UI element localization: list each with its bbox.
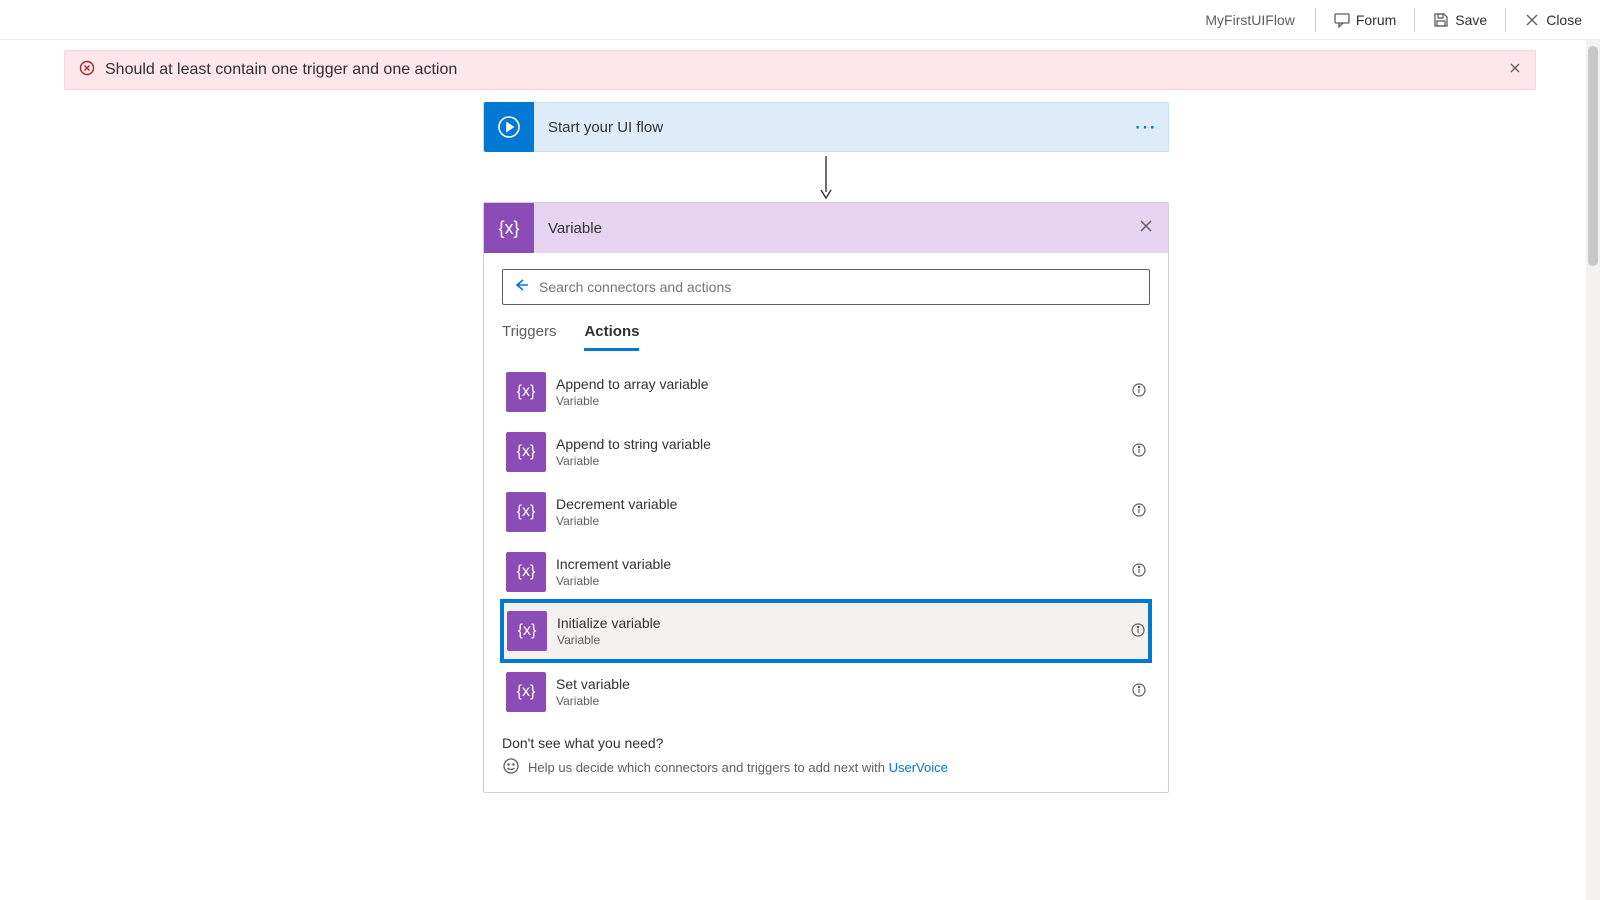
card-title: Variable xyxy=(534,220,1124,237)
save-button[interactable]: Save xyxy=(1423,6,1497,34)
error-icon xyxy=(79,60,95,81)
action-row[interactable]: {x} Increment variable Variable xyxy=(502,541,1150,601)
tab-triggers[interactable]: Triggers xyxy=(502,323,556,351)
variable-icon: {x} xyxy=(506,552,546,592)
variable-action-card: {x} Variable Triggers Actions {x} Append … xyxy=(483,202,1169,793)
action-list: {x} Append to array variable Variable {x} Ap… xyxy=(502,361,1150,721)
close-button[interactable]: Close xyxy=(1514,6,1592,34)
step-menu-button[interactable]: ⋯ xyxy=(1124,114,1168,140)
save-label: Save xyxy=(1455,12,1487,28)
info-icon[interactable] xyxy=(1132,383,1146,400)
uservoice-link[interactable]: UserVoice xyxy=(889,760,948,775)
footer-help: Help us decide which connectors and trig… xyxy=(502,757,1150,778)
action-title: Append to array variable xyxy=(556,376,1132,392)
search-input[interactable] xyxy=(539,279,1139,295)
info-icon[interactable] xyxy=(1132,563,1146,580)
action-title: Increment variable xyxy=(556,556,1132,572)
vertical-scrollbar[interactable] xyxy=(1586,40,1600,900)
info-icon[interactable] xyxy=(1132,503,1146,520)
error-banner: Should at least contain one trigger and … xyxy=(64,50,1536,90)
action-row[interactable]: {x} Append to string variable Variable xyxy=(502,421,1150,481)
scrollbar-thumb[interactable] xyxy=(1588,46,1598,266)
action-row[interactable]: {x} Append to array variable Variable xyxy=(502,361,1150,421)
action-title: Append to string variable xyxy=(556,436,1132,452)
action-subtitle: Variable xyxy=(556,454,1132,468)
action-subtitle: Variable xyxy=(556,574,1132,588)
chat-icon xyxy=(1334,12,1350,28)
action-title: Set variable xyxy=(556,676,1132,692)
card-footer: Don't see what you need? Help us decide … xyxy=(502,735,1150,778)
trigger-title: Start your UI flow xyxy=(534,119,1124,136)
variable-icon: {x} xyxy=(506,492,546,532)
flow-canvas[interactable]: Start your UI flow ⋯ {x} Variable Trigge… xyxy=(64,86,1588,900)
action-subtitle: Variable xyxy=(556,394,1132,408)
action-subtitle: Variable xyxy=(556,694,1132,708)
close-icon xyxy=(1524,12,1540,28)
smiley-icon xyxy=(502,757,520,778)
flow-name: MyFirstUIFlow xyxy=(1193,12,1306,28)
action-title: Decrement variable xyxy=(556,496,1132,512)
separator xyxy=(1414,8,1415,32)
forum-button[interactable]: Forum xyxy=(1324,6,1406,34)
flow-arrow xyxy=(816,152,836,202)
action-row[interactable]: {x} Initialize variable Variable xyxy=(502,601,1150,661)
separator xyxy=(1315,8,1316,32)
top-toolbar: MyFirstUIFlow Forum Save Close xyxy=(0,0,1600,40)
action-title: Initialize variable xyxy=(557,615,1131,631)
variable-icon: {x} xyxy=(507,611,547,651)
error-message: Should at least contain one trigger and … xyxy=(105,61,457,79)
action-row[interactable]: {x} Decrement variable Variable xyxy=(502,481,1150,541)
action-subtitle: Variable xyxy=(557,633,1131,647)
info-icon[interactable] xyxy=(1132,443,1146,460)
footer-question: Don't see what you need? xyxy=(502,735,1150,751)
action-subtitle: Variable xyxy=(556,514,1132,528)
back-arrow-icon[interactable] xyxy=(513,277,529,298)
close-label: Close xyxy=(1546,12,1582,28)
footer-help-text: Help us decide which connectors and trig… xyxy=(528,760,889,775)
action-row[interactable]: {x} Set variable Variable xyxy=(502,661,1150,721)
info-icon[interactable] xyxy=(1132,683,1146,700)
separator xyxy=(1505,8,1506,32)
search-box[interactable] xyxy=(502,269,1150,305)
play-icon xyxy=(484,102,534,152)
close-card-button[interactable] xyxy=(1124,219,1168,238)
variable-icon: {x} xyxy=(506,672,546,712)
trigger-step[interactable]: Start your UI flow ⋯ xyxy=(483,102,1169,152)
variable-icon: {x} xyxy=(484,203,534,253)
card-header[interactable]: {x} Variable xyxy=(484,203,1168,253)
variable-icon: {x} xyxy=(506,432,546,472)
variable-icon: {x} xyxy=(506,372,546,412)
tab-actions[interactable]: Actions xyxy=(584,323,639,351)
tab-bar: Triggers Actions xyxy=(502,323,1150,351)
save-icon xyxy=(1433,12,1449,28)
dismiss-error-button[interactable] xyxy=(1509,61,1521,79)
forum-label: Forum xyxy=(1356,12,1396,28)
info-icon[interactable] xyxy=(1131,623,1145,640)
